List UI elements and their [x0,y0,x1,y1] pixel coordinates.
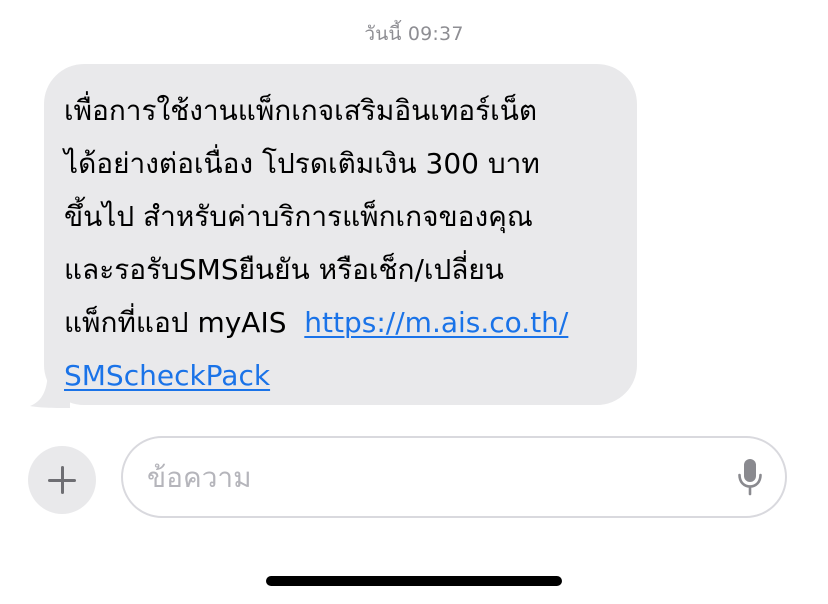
message-input[interactable] [147,455,707,499]
home-indicator[interactable] [266,576,562,586]
message-timestamp: วันนี้ 09:37 [364,23,464,45]
messages-screen: วันนี้ 09:37 เพื่อการใช้งานแพ็กเกจเสริมอ… [0,0,828,604]
message-link-url-continued[interactable]: SMScheckPack [64,359,270,392]
message-text: เพื่อการใช้งานแพ็กเกจเสริมอินเทอร์เน็ต ไ… [64,84,624,402]
message-line: เพื่อการใช้งานแพ็กเกจเสริมอินเทอร์เน็ต [64,94,538,127]
plus-icon [48,466,76,494]
message-line-with-link: แพ็กที่แอป myAIS https://m.ais.co.th/ [64,296,624,349]
message-line: ขึ้นไป สำหรับค่าบริการแพ็กเกจของคุณ [64,200,533,233]
microphone-icon[interactable] [737,458,763,498]
message-line: ได้อย่างต่อเนื่อง โปรดเติมเงิน 300 บาท [64,147,540,180]
incoming-message[interactable]: เพื่อการใช้งานแพ็กเกจเสริมอินเทอร์เน็ต ไ… [30,64,642,408]
add-attachment-button[interactable] [28,446,96,514]
message-line: และรอรับSMSยืนยัน หรือเช็ก/เปลี่ยน [64,253,504,286]
message-line: แพ็กที่แอป myAIS [64,306,305,339]
message-field[interactable] [121,436,787,518]
message-link-url[interactable]: https://m.ais.co.th/ [304,306,568,339]
message-line-link-continued: SMScheckPack [64,349,624,402]
